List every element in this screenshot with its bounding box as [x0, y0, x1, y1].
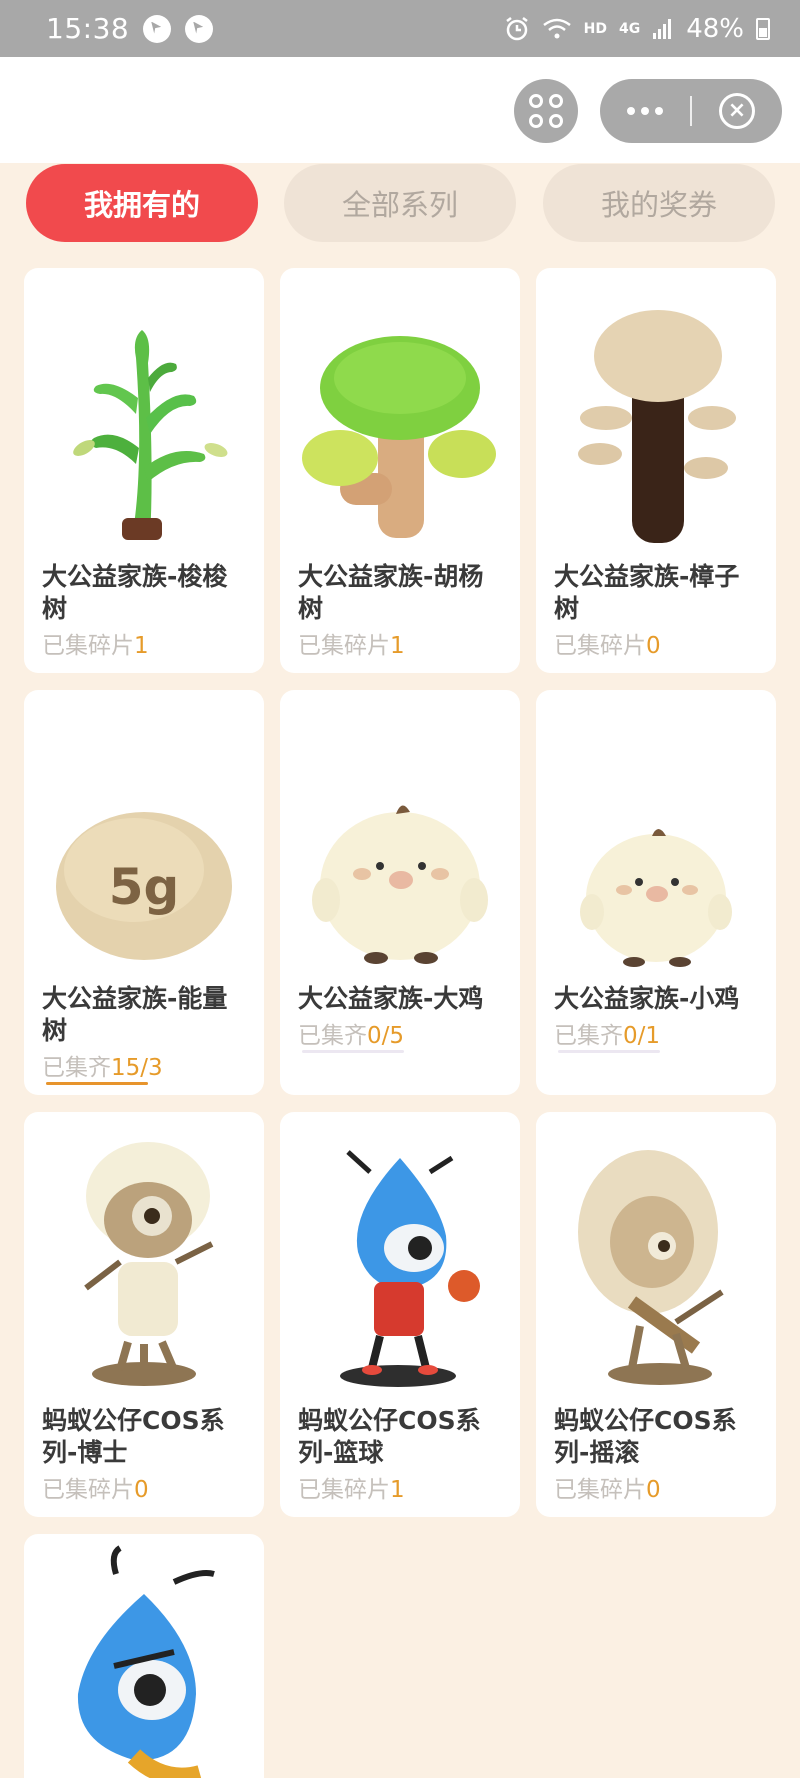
status-value: 1	[134, 633, 149, 659]
app-header: ×	[0, 57, 800, 163]
card-title: 大公益家族-梭梭树	[42, 562, 228, 623]
card-title: 蚂蚁公仔COS系列-摇滚	[554, 1406, 737, 1467]
navigation-icon	[185, 14, 214, 43]
navigation-icon	[143, 14, 172, 43]
status-label: 已集齐	[42, 1055, 111, 1081]
status-label: 已集碎片	[554, 633, 646, 659]
status-left: 15:38	[46, 12, 214, 45]
card-title: 大公益家族-小鸡	[554, 984, 740, 1013]
card-status: 已集碎片0	[554, 626, 661, 660]
card-status: 已集碎片0	[42, 1470, 149, 1504]
card-title: 蚂蚁公仔COS系列-篮球	[298, 1406, 481, 1467]
status-label: 已集碎片	[298, 633, 390, 659]
card-status: 已集碎片1	[42, 626, 149, 660]
more-button[interactable]	[600, 79, 690, 143]
scan-icon	[549, 94, 563, 108]
hd-label: HD	[583, 20, 607, 37]
collection-card[interactable]: 蚂蚁公仔COS系列-博士 已集碎片0	[24, 1112, 264, 1517]
status-value: 0/1	[623, 1023, 661, 1049]
collection-card[interactable]: 5g 大公益家族-能量树 已集齐15/3	[24, 690, 264, 1095]
status-label: 已集碎片	[298, 1477, 390, 1503]
card-title: 大公益家族-樟子树	[554, 562, 740, 623]
card-title: 大公益家族-大鸡	[298, 984, 484, 1013]
progress-bar	[558, 1050, 660, 1053]
status-value: 15/3	[111, 1055, 163, 1081]
card-status: 已集齐0/5	[298, 1016, 404, 1050]
ant-rock-figure-icon	[578, 1150, 724, 1385]
scan-icon	[529, 114, 543, 128]
wifi-icon	[542, 18, 571, 38]
small-chick-plush-icon	[580, 829, 732, 967]
alarm-icon	[505, 16, 528, 40]
status-value: 0/5	[367, 1023, 405, 1049]
status-value: 0	[646, 1477, 661, 1503]
card-title: 大公益家族-胡杨树	[298, 562, 484, 623]
mini-program-capsule: ×	[600, 79, 782, 143]
status-label: 已集碎片	[554, 1477, 646, 1503]
card-status: 已集齐0/1	[554, 1016, 660, 1050]
collection-card[interactable]: 大公益家族-胡杨树 已集碎片1	[280, 268, 520, 673]
more-dots-icon	[641, 107, 649, 115]
more-dots-icon	[627, 107, 635, 115]
more-dots-icon	[655, 107, 663, 115]
scan-button[interactable]	[514, 79, 578, 143]
collection-card[interactable]: 蚂蚁公仔COS系列-篮球 已集碎片1	[280, 1112, 520, 1517]
card-title: 大公益家族-能量树	[42, 984, 228, 1045]
close-icon: ×	[719, 93, 755, 129]
card-status: 已集碎片1	[298, 626, 405, 660]
network-type-label: 4G	[618, 20, 641, 37]
battery-icon	[756, 17, 770, 40]
progress-fill	[46, 1082, 148, 1085]
status-label: 已集齐	[298, 1023, 367, 1049]
close-button[interactable]: ×	[692, 79, 782, 143]
status-right: HD 4G 48%	[504, 14, 770, 44]
ant-doctor-figure-icon	[84, 1142, 214, 1386]
ball-text: 5g	[109, 858, 180, 916]
big-chick-plush-icon	[312, 805, 488, 964]
collection-card[interactable]	[24, 1534, 264, 1778]
card-status: 已集碎片0	[554, 1470, 661, 1504]
capsule-divider	[690, 96, 692, 126]
progress-bar	[302, 1050, 404, 1053]
energy-ball-5g-icon: 5g	[56, 812, 232, 960]
status-label: 已集碎片	[42, 1477, 134, 1503]
progress-bar	[46, 1082, 148, 1085]
ant-basketball-figure-icon	[340, 1150, 480, 1387]
status-time: 15:38	[46, 12, 130, 45]
pine-tree-plush-icon	[578, 310, 736, 543]
collection-card[interactable]: 蚂蚁公仔COS系列-摇滚 已集碎片0	[536, 1112, 776, 1517]
status-bar: 15:38 HD 4G 48%	[0, 0, 800, 57]
status-value: 0	[134, 1477, 149, 1503]
status-value: 1	[390, 1477, 405, 1503]
status-label: 已集碎片	[42, 633, 134, 659]
scan-icon	[549, 114, 563, 128]
tab-bar: 我拥有的 全部系列 我的奖券	[26, 164, 776, 242]
collection-card[interactable]: 大公益家族-樟子树 已集碎片0	[536, 268, 776, 673]
status-label: 已集齐	[554, 1023, 623, 1049]
card-status: 已集齐15/3	[42, 1048, 163, 1082]
collection-card[interactable]: 大公益家族-小鸡 已集齐0/1	[536, 690, 776, 1095]
card-title: 蚂蚁公仔COS系列-博士	[42, 1406, 225, 1467]
scan-icon	[529, 94, 543, 108]
tab-owned[interactable]: 我拥有的	[26, 164, 258, 242]
collection-card[interactable]: 大公益家族-大鸡 已集齐0/5	[280, 690, 520, 1095]
status-value: 1	[390, 633, 405, 659]
collection-card[interactable]: 大公益家族-梭梭树 已集碎片1	[24, 268, 264, 673]
status-value: 0	[646, 633, 661, 659]
ant-figure-partial-icon	[77, 1545, 215, 1778]
card-status: 已集碎片1	[298, 1470, 405, 1504]
signal-icon	[653, 18, 672, 39]
poplar-tree-plush-icon	[302, 336, 496, 538]
tab-my-vouchers[interactable]: 我的奖券	[543, 164, 775, 242]
tab-all-series[interactable]: 全部系列	[284, 164, 516, 242]
battery-percent: 48%	[686, 13, 744, 44]
saxaul-tree-plush-icon	[73, 330, 228, 540]
